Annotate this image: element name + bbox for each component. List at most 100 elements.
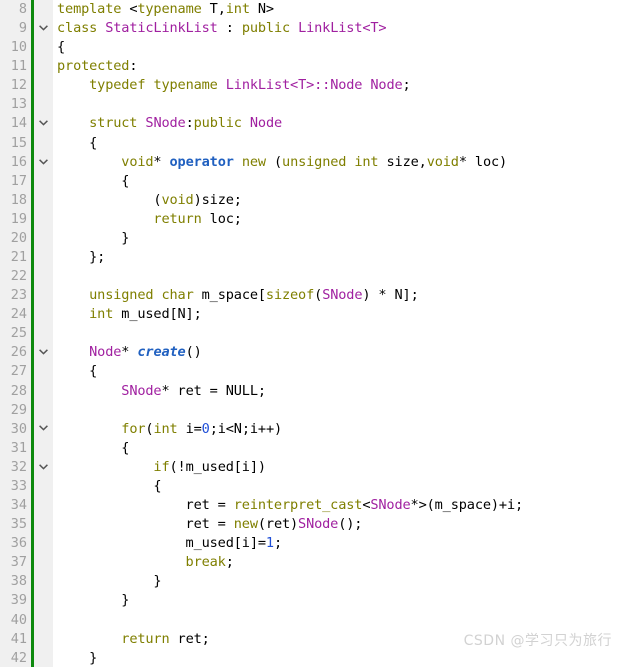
code-fold-column <box>34 0 53 667</box>
line-number: 16 <box>10 153 27 170</box>
code-line[interactable]: unsigned char m_space[sizeof(SNode) * N]… <box>57 286 626 305</box>
code-token: (ret) <box>257 516 299 533</box>
code-token: ret; <box>169 630 210 647</box>
chevron-down-icon[interactable] <box>34 114 53 133</box>
fold-cell-empty <box>34 515 53 534</box>
code-line[interactable]: m_used[i]=1; <box>57 534 626 553</box>
code-token: T, <box>201 1 226 17</box>
code-line[interactable]: protected: <box>57 57 626 76</box>
code-token: LinkList<T> <box>298 20 387 37</box>
code-editor: 8 9 10 11 12 13 14 15 16 17 18 19 20 21 22 23 24 25 26 27 28… <box>0 0 626 667</box>
code-token: SNode <box>298 516 339 533</box>
code-line[interactable] <box>57 267 626 286</box>
code-line[interactable]: ret = reinterpret_cast<SNode*>(m_space)+… <box>57 496 626 515</box>
code-token: StaticLinkList <box>105 20 218 37</box>
code-line[interactable]: } <box>57 572 626 591</box>
fold-cell-empty <box>34 172 53 191</box>
code-line[interactable]: SNode* ret = NULL; <box>57 382 626 401</box>
code-token: operator <box>169 153 234 170</box>
code-line[interactable]: } <box>57 591 626 610</box>
code-line[interactable]: class StaticLinkList : public LinkList<T… <box>57 19 626 38</box>
code-line[interactable] <box>57 324 626 343</box>
code-token: typename <box>153 77 218 94</box>
code-content-area[interactable]: template <typename T,int N> class StaticL… <box>53 0 626 667</box>
code-line[interactable]: struct SNode:public Node <box>57 114 626 133</box>
chevron-down-icon[interactable] <box>34 343 53 362</box>
line-number: 36 <box>10 535 27 552</box>
line-number: 35 <box>10 516 27 533</box>
chevron-down-icon[interactable] <box>34 153 53 172</box>
code-token: { <box>57 439 130 456</box>
code-token: m_used[i]= <box>57 535 267 552</box>
chevron-down-icon[interactable] <box>34 419 53 438</box>
code-line[interactable]: break; <box>57 553 626 572</box>
chevron-down-icon[interactable] <box>34 19 53 38</box>
fold-cell-empty <box>34 248 53 267</box>
code-line[interactable]: template <typename T,int N> <box>57 0 626 19</box>
fold-cell-empty <box>34 400 53 419</box>
code-token: m_used[N]; <box>113 306 202 323</box>
chevron-down-icon[interactable] <box>34 458 53 477</box>
line-number: 22 <box>10 268 27 285</box>
line-number-column: 8 9 10 11 12 13 14 15 16 17 18 19 20 21 22 23 24 25 26 27 28… <box>0 0 31 667</box>
code-line[interactable]: if(!m_used[i]) <box>57 458 626 477</box>
code-token: } <box>57 573 162 590</box>
code-line[interactable]: { <box>57 439 626 458</box>
code-token: i= <box>177 420 202 437</box>
code-token: { <box>57 172 130 189</box>
code-token: { <box>57 39 66 56</box>
code-line[interactable]: (void)size; <box>57 191 626 210</box>
code-line[interactable] <box>57 95 626 114</box>
fold-cell-empty <box>34 76 53 95</box>
fold-cell-empty <box>34 553 53 572</box>
code-line[interactable]: return loc; <box>57 210 626 229</box>
code-token: (); <box>338 516 363 533</box>
code-line[interactable]: { <box>57 172 626 191</box>
code-line[interactable]: { <box>57 38 626 57</box>
line-number: 17 <box>10 172 27 189</box>
code-line[interactable]: ret = new(ret)SNode(); <box>57 515 626 534</box>
code-line[interactable]: { <box>57 362 626 381</box>
line-number: 37 <box>10 554 27 571</box>
code-line[interactable]: Node* create() <box>57 343 626 362</box>
fold-cell-empty <box>34 629 53 648</box>
code-line[interactable]: { <box>57 477 626 496</box>
code-token: )size; <box>193 191 242 208</box>
line-number: 18 <box>10 191 27 208</box>
code-token: new <box>241 153 266 170</box>
line-number: 39 <box>10 592 27 609</box>
code-token: ret = NULL; <box>169 382 267 399</box>
code-token: int <box>225 1 250 17</box>
line-number: 12 <box>10 77 27 94</box>
code-token: ret = <box>57 516 234 533</box>
code-line[interactable] <box>57 401 626 420</box>
code-line[interactable]: typedef typename LinkList<T>::Node Node; <box>57 76 626 95</box>
code-line[interactable]: void* operator new (unsigned int size,vo… <box>57 153 626 172</box>
line-number: 19 <box>10 210 27 227</box>
code-line[interactable]: } <box>57 229 626 248</box>
code-token: ret = <box>57 497 234 514</box>
code-token: * <box>161 382 170 399</box>
code-line[interactable] <box>57 611 626 630</box>
code-token: reinterpret_cast <box>233 497 363 514</box>
line-number: 14 <box>10 115 27 132</box>
code-token: N> <box>249 1 274 17</box>
line-number: 38 <box>10 573 27 590</box>
code-line[interactable]: } <box>57 649 626 667</box>
code-line[interactable]: int m_used[N]; <box>57 305 626 324</box>
fold-cell-empty <box>34 362 53 381</box>
code-line[interactable]: for(int i=0;i<N;i++) <box>57 420 626 439</box>
code-line[interactable]: { <box>57 134 626 153</box>
line-number: 25 <box>10 325 27 342</box>
code-token: typedef <box>89 77 146 94</box>
code-line[interactable]: }; <box>57 248 626 267</box>
fold-cell-empty <box>34 210 53 229</box>
